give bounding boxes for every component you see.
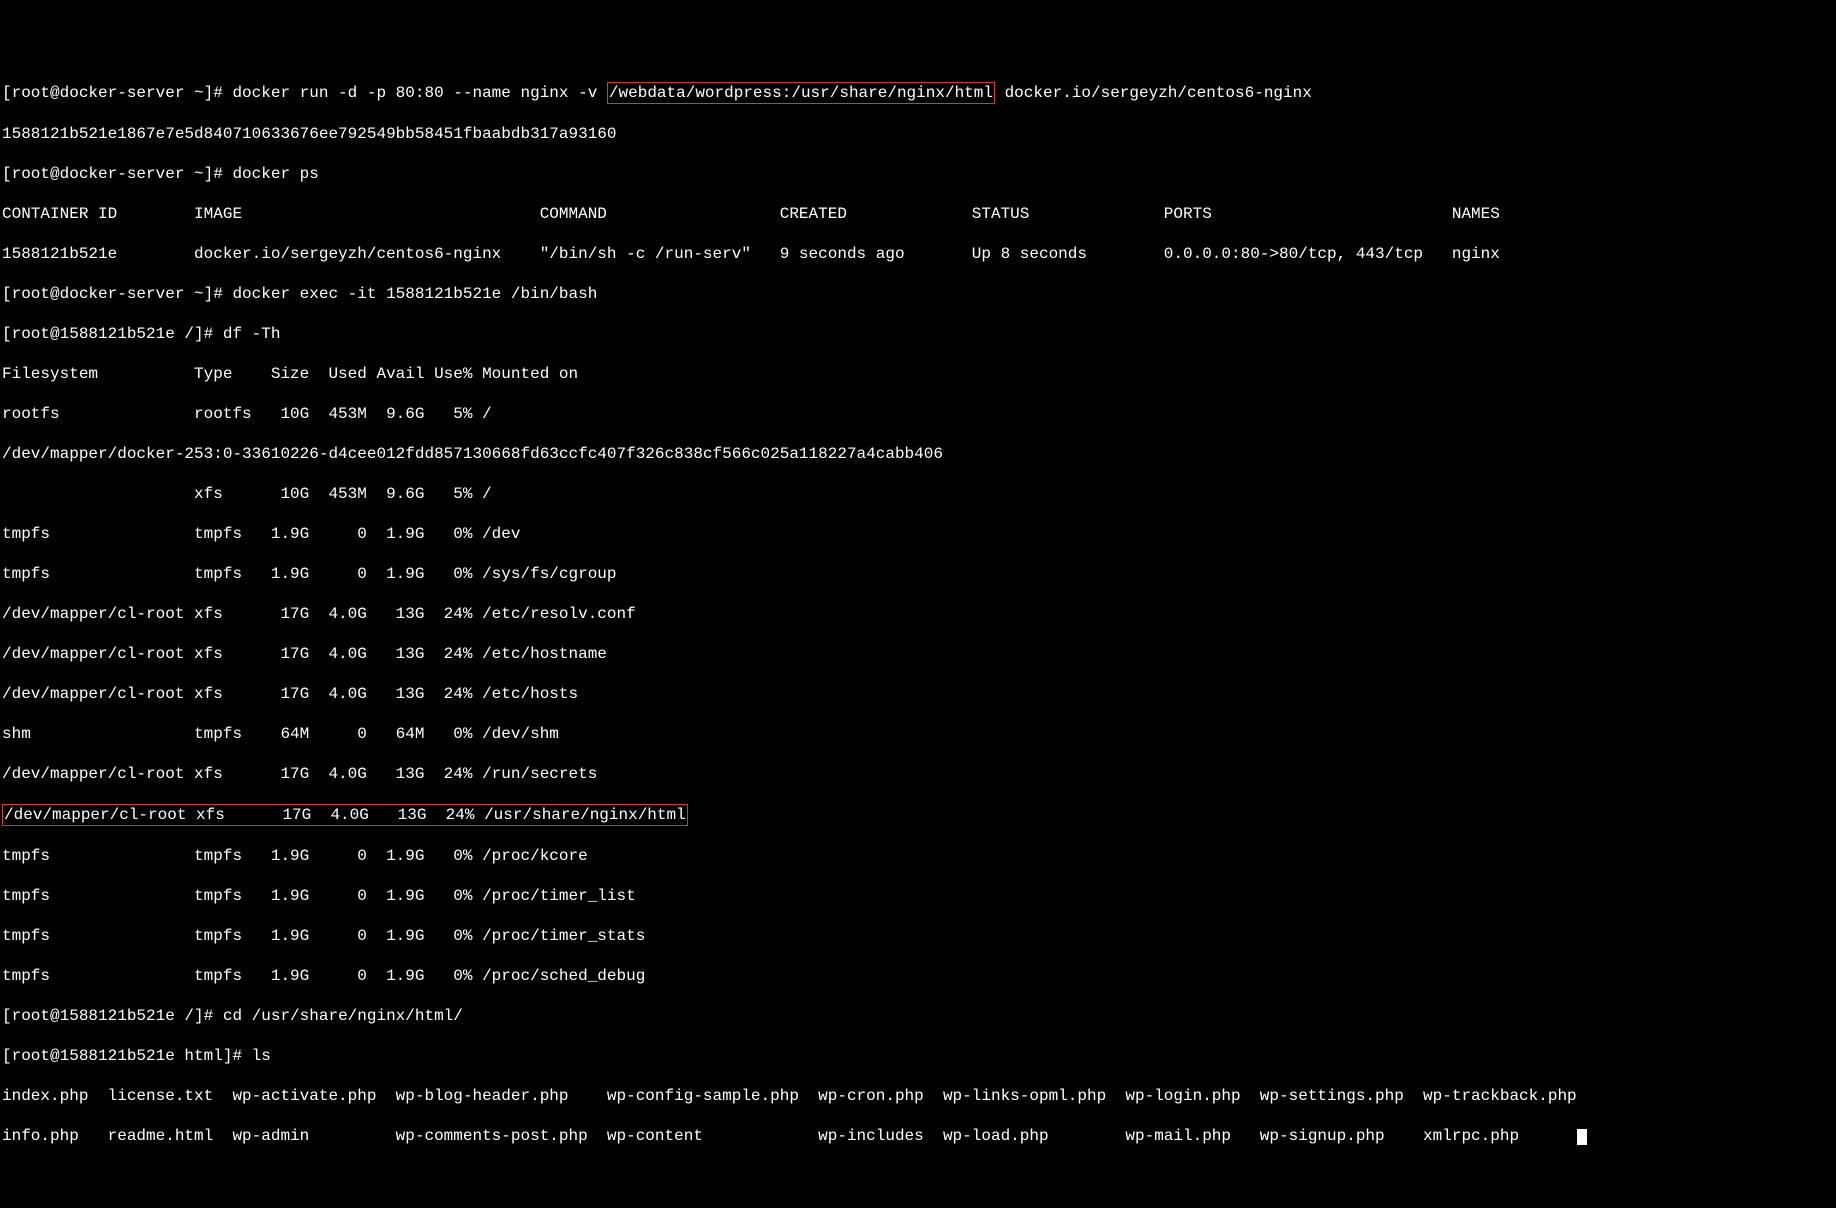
command: cd /usr/share/nginx/html/	[223, 1007, 463, 1025]
df-row: tmpfs tmpfs 1.9G 0 1.9G 0% /proc/sched_d…	[2, 966, 1834, 986]
nginx-html-mount-highlight: /dev/mapper/cl-root xfs 17G 4.0G 13G 24%…	[2, 804, 688, 826]
command: docker ps	[232, 165, 318, 183]
prompt: [root@1588121b521e html]#	[2, 1047, 252, 1065]
terminal-line: [root@1588121b521e /]# cd /usr/share/ngi…	[2, 1006, 1834, 1026]
ls-output-row: info.php readme.html wp-admin wp-comment…	[2, 1127, 1519, 1145]
docker-ps-header: CONTAINER ID IMAGE COMMAND CREATED STATU…	[2, 204, 1834, 224]
volume-mapping-highlight: /webdata/wordpress:/usr/share/nginx/html	[607, 82, 995, 104]
df-row: tmpfs tmpfs 1.9G 0 1.9G 0% /dev	[2, 524, 1834, 544]
terminal-line: [root@1588121b521e html]# ls	[2, 1046, 1834, 1066]
prompt: [root@1588121b521e /]#	[2, 325, 223, 343]
df-row: /dev/mapper/cl-root xfs 17G 4.0G 13G 24%…	[2, 644, 1834, 664]
container-id-output: 1588121b521e1867e7e5d840710633676ee79254…	[2, 124, 1834, 144]
prompt: [root@1588121b521e /]#	[2, 1007, 223, 1025]
df-row: rootfs rootfs 10G 453M 9.6G 5% /	[2, 404, 1834, 424]
df-row: xfs 10G 453M 9.6G 5% /	[2, 484, 1834, 504]
df-row: tmpfs tmpfs 1.9G 0 1.9G 0% /proc/kcore	[2, 846, 1834, 866]
prompt: [root@docker-server ~]#	[2, 165, 232, 183]
df-row: /dev/mapper/docker-253:0-33610226-d4cee0…	[2, 444, 1834, 464]
df-row: shm tmpfs 64M 0 64M 0% /dev/shm	[2, 724, 1834, 744]
prompt: [root@docker-server ~]#	[2, 84, 232, 102]
df-row: tmpfs tmpfs 1.9G 0 1.9G 0% /proc/timer_l…	[2, 886, 1834, 906]
df-row: /dev/mapper/cl-root xfs 17G 4.0G 13G 24%…	[2, 604, 1834, 624]
df-header: Filesystem Type Size Used Avail Use% Mou…	[2, 364, 1834, 384]
terminal-line: [root@1588121b521e /]# df -Th	[2, 324, 1834, 344]
terminal-line: [root@docker-server ~]# docker run -d -p…	[2, 82, 1834, 104]
df-row: tmpfs tmpfs 1.9G 0 1.9G 0% /sys/fs/cgrou…	[2, 564, 1834, 584]
terminal-line: [root@docker-server ~]# docker exec -it …	[2, 284, 1834, 304]
prompt: [root@docker-server ~]#	[2, 285, 232, 303]
terminal-line[interactable]: info.php readme.html wp-admin wp-comment…	[2, 1126, 1834, 1146]
command: ls	[252, 1047, 271, 1065]
docker-ps-row: 1588121b521e docker.io/sergeyzh/centos6-…	[2, 244, 1834, 264]
command-part: docker.io/sergeyzh/centos6-nginx	[995, 84, 1312, 102]
df-row: tmpfs tmpfs 1.9G 0 1.9G 0% /proc/timer_s…	[2, 926, 1834, 946]
command-part: docker run -d -p 80:80 --name nginx -v	[232, 84, 606, 102]
command: df -Th	[223, 325, 281, 343]
command: docker exec -it 1588121b521e /bin/bash	[232, 285, 597, 303]
df-row: /dev/mapper/cl-root xfs 17G 4.0G 13G 24%…	[2, 764, 1834, 784]
terminal-line: /dev/mapper/cl-root xfs 17G 4.0G 13G 24%…	[2, 804, 1834, 826]
ls-output-row: index.php license.txt wp-activate.php wp…	[2, 1086, 1834, 1106]
df-row: /dev/mapper/cl-root xfs 17G 4.0G 13G 24%…	[2, 684, 1834, 704]
cursor[interactable]	[1577, 1129, 1587, 1145]
terminal-line: [root@docker-server ~]# docker ps	[2, 164, 1834, 184]
